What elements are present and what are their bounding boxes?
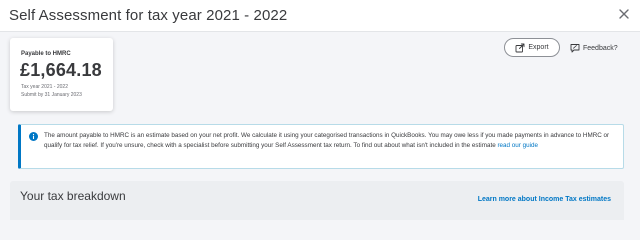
tax-breakdown-title: Your tax breakdown [20,189,126,203]
page-title: Self Assessment for tax year 2021 - 2022 [9,7,288,24]
tax-breakdown-section: Your tax breakdown Learn more about Inco… [10,181,624,220]
income-tax-estimates-link[interactable]: Learn more about Income Tax estimates [478,196,611,203]
submit-deadline-text: Submit by 31 January 2023 [21,92,82,98]
info-banner-text: The amount payable to HMRC is an estimat… [44,131,614,150]
page-header: Self Assessment for tax year 2021 - 2022 [0,0,640,32]
payable-amount: £1,664.18 [20,60,102,80]
export-icon [515,43,525,52]
info-icon [29,132,38,141]
export-button[interactable]: Export [504,38,560,57]
tax-year-text: Tax year 2021 - 2022 [21,84,68,90]
feedback-link[interactable]: Feedback? [570,42,618,54]
estimate-info-banner: The amount payable to HMRC is an estimat… [18,124,624,169]
export-label: Export [528,44,549,51]
feedback-icon [570,44,580,53]
payable-summary-card: Payable to HMRC £1,664.18 Tax year 2021 … [10,38,113,111]
close-icon [619,9,629,19]
close-button[interactable] [616,6,632,22]
feedback-label: Feedback? [583,44,618,52]
payable-label: Payable to HMRC [21,51,71,57]
read-our-guide-link[interactable]: read our guide [497,142,538,149]
